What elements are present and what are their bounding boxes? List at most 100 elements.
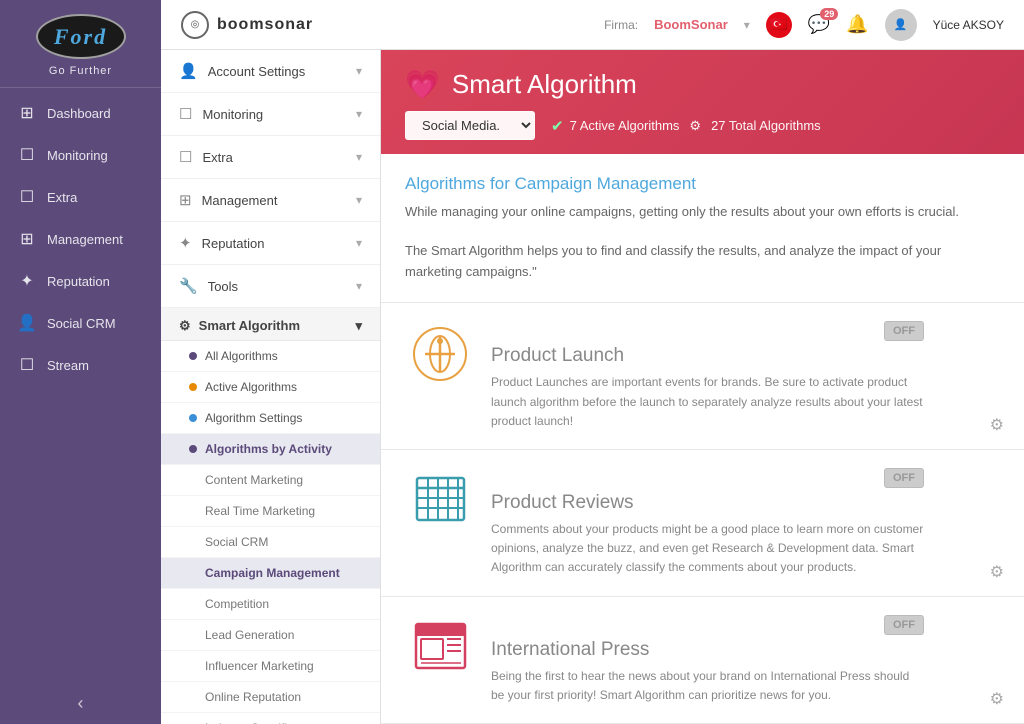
toggle-row: OFF [491, 468, 924, 488]
monitoring-icon: ☐ [17, 145, 37, 165]
info-paragraph-2: The Smart Algorithm helps you to find an… [405, 241, 1000, 283]
submenu-algorithm-settings[interactable]: Algorithm Settings [161, 403, 380, 434]
account-icon: 👤 [179, 63, 198, 80]
brand-tagline: Go Further [49, 65, 112, 77]
algo-card-title: Product Launch [491, 345, 924, 367]
tools-icon: 🔧 [179, 278, 198, 295]
dropdown-icon[interactable]: ▾ [744, 18, 750, 32]
algo-card-body: OFF International Press Being the first … [491, 615, 924, 705]
submenu-lead-generation[interactable]: Lead Generation [161, 620, 380, 651]
sidebar-item-management[interactable]: ⊞ Management [0, 218, 161, 260]
monitoring-sm-icon: ☐ [179, 106, 192, 123]
algo-card-intl-press: OFF International Press Being the first … [381, 597, 1024, 724]
submenu-influencer-marketing[interactable]: Influencer Marketing [161, 651, 380, 682]
firma-name[interactable]: BoomSonar [654, 17, 728, 32]
settings-gear-icon[interactable]: ⚙ [990, 562, 1004, 582]
brand-name: Ford [54, 24, 107, 50]
algo-card-title: Product Reviews [491, 492, 924, 514]
content-area: 👤Account Settings ▾ ☐Monitoring ▾ ☐Extra… [161, 50, 1024, 724]
algo-card-body: OFF Product Reviews Comments about your … [491, 468, 924, 578]
submenu-social-crm[interactable]: Social CRM [161, 527, 380, 558]
main-area: ◎ boomsonar Firma: BoomSonar ▾ 🇹🇷 💬 29 🔔… [161, 0, 1024, 724]
sidebar-item-label: Stream [47, 358, 89, 373]
topbar-right: Firma: BoomSonar ▾ 🇹🇷 💬 29 🔔 👤 Yüce AKSO… [604, 9, 1004, 41]
algo-header: 💗 Smart Algorithm Social Media. News Blo… [381, 50, 1024, 154]
settings-gear-icon[interactable]: ⚙ [990, 415, 1004, 435]
heart-icon: 💗 [405, 68, 440, 101]
submenu-competition[interactable]: Competition [161, 589, 380, 620]
algo-stats: ✔ 7 Active Algorithms ⚙ 27 Total Algorit… [551, 117, 821, 135]
sidebar-item-label: Reputation [47, 274, 110, 289]
sidebar-item-label: Social CRM [47, 316, 116, 331]
info-section: Algorithms for Campaign Management While… [381, 154, 1024, 303]
chevron-down-icon: ▾ [356, 64, 362, 78]
submenu-all-algorithms[interactable]: All Algorithms [161, 341, 380, 372]
sidebar-item-reputation[interactable]: ✦ Reputation [0, 260, 161, 302]
dashboard-icon: ⊞ [17, 103, 37, 123]
submenu-campaign-management[interactable]: Campaign Management [161, 558, 380, 589]
dot-icon [189, 414, 197, 422]
dot-icon [189, 352, 197, 360]
sidebar-item-label: Monitoring [47, 148, 108, 163]
sidebar-item-extra[interactable]: ☐ Extra [0, 176, 161, 218]
toggle-off-button[interactable]: OFF [884, 468, 924, 488]
gear-icon: ⚙ [689, 118, 701, 134]
page-title: Smart Algorithm [452, 69, 637, 100]
extra-sm-icon: ☐ [179, 149, 192, 166]
sidebar-item-stream[interactable]: ☐ Stream [0, 344, 161, 386]
bell-icon[interactable]: 🔔 [846, 14, 868, 35]
submenu-account-settings[interactable]: 👤Account Settings ▾ [161, 50, 380, 93]
sidebar-item-social-crm[interactable]: 👤 Social CRM [0, 302, 161, 344]
chevron-down-icon: ▾ [355, 318, 362, 334]
sidebar-item-label: Extra [47, 190, 77, 205]
sidebar-item-label: Management [47, 232, 123, 247]
sidebar-item-monitoring[interactable]: ☐ Monitoring [0, 134, 161, 176]
app-name: boomsonar [217, 16, 313, 34]
user-name: Yüce AKSOY [933, 18, 1004, 32]
avatar[interactable]: 👤 [885, 9, 917, 41]
toggle-row: OFF [491, 321, 924, 341]
submenu-monitoring[interactable]: ☐Monitoring ▾ [161, 93, 380, 136]
sidebar-logo: Ford Go Further [0, 0, 161, 88]
stream-icon: ☐ [17, 355, 37, 375]
submenu-real-time-marketing[interactable]: Real Time Marketing [161, 496, 380, 527]
toggle-off-button[interactable]: OFF [884, 615, 924, 635]
algo-card-product-reviews: OFF Product Reviews Comments about your … [381, 450, 1024, 597]
sidebar-collapse-button[interactable]: ‹ [0, 683, 161, 724]
algo-card-desc: Product Launches are important events fo… [491, 373, 924, 431]
dot-icon [189, 445, 197, 453]
submenu-online-reputation[interactable]: Online Reputation [161, 682, 380, 713]
dot-icon [189, 383, 197, 391]
submenu-extra[interactable]: ☐Extra ▾ [161, 136, 380, 179]
submenu-management[interactable]: ⊞Management ▾ [161, 179, 380, 222]
active-algo-count: 7 Active Algorithms [570, 118, 680, 133]
submenu: 👤Account Settings ▾ ☐Monitoring ▾ ☐Extra… [161, 50, 381, 724]
algo-card-product-launch: OFF Product Launch Product Launches are … [381, 303, 1024, 450]
algo-controls: Social Media. News Blogs ✔ 7 Active Algo… [405, 111, 1000, 140]
algo-card-desc: Being the first to hear the news about y… [491, 667, 924, 705]
algo-card-title: International Press [491, 639, 924, 661]
social-crm-icon: 👤 [17, 313, 37, 333]
total-algo-count: 27 Total Algorithms [711, 118, 821, 133]
management-sm-icon: ⊞ [179, 192, 192, 209]
toggle-off-button[interactable]: OFF [884, 321, 924, 341]
submenu-industry-specific[interactable]: Industry Specific [161, 713, 380, 724]
sidebar-item-dashboard[interactable]: ⊞ Dashboard [0, 92, 161, 134]
submenu-algorithms-by-activity[interactable]: Algorithms by Activity [161, 434, 380, 465]
submenu-active-algorithms[interactable]: Active Algorithms [161, 372, 380, 403]
sidebar: Ford Go Further ⊞ Dashboard ☐ Monitoring… [0, 0, 161, 724]
reputation-sm-icon: ✦ [179, 235, 192, 252]
app-logo: ◎ boomsonar [181, 11, 313, 39]
submenu-reputation[interactable]: ✦Reputation ▾ [161, 222, 380, 265]
boomsonar-icon: ◎ [181, 11, 209, 39]
chevron-down-icon: ▾ [356, 193, 362, 207]
language-flag[interactable]: 🇹🇷 [766, 12, 792, 38]
checkmark-icon: ✔ [551, 117, 564, 135]
submenu-content-marketing[interactable]: Content Marketing [161, 465, 380, 496]
algo-card-body: OFF Product Launch Product Launches are … [491, 321, 924, 431]
smart-algorithm-header[interactable]: ⚙Smart Algorithm ▾ [161, 308, 380, 341]
social-media-select[interactable]: Social Media. News Blogs [405, 111, 535, 140]
submenu-tools[interactable]: 🔧Tools ▾ [161, 265, 380, 308]
settings-gear-icon[interactable]: ⚙ [990, 689, 1004, 709]
messages-icon[interactable]: 💬 29 [808, 14, 830, 35]
